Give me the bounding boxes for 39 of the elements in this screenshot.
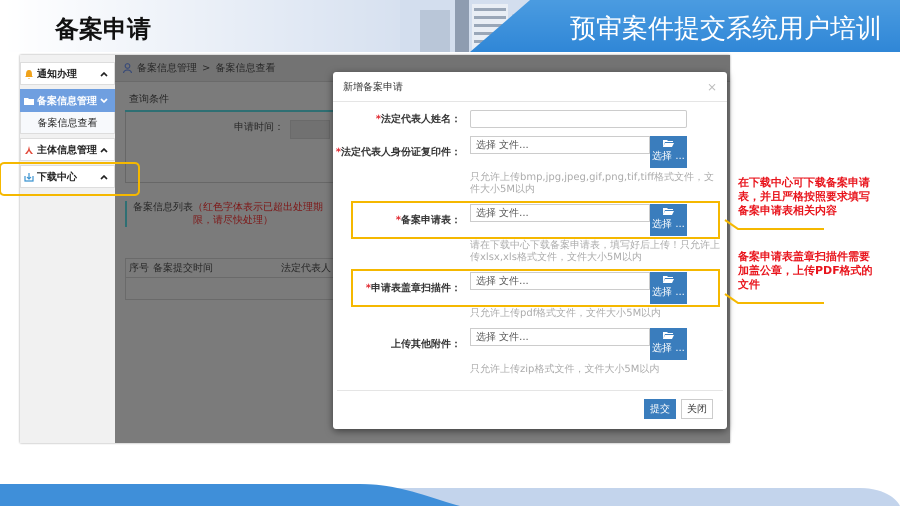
callout-text: 备案申请表盖章扫描件需要加盖公章，上传PDF格式的文件 (738, 250, 873, 291)
field-label: *申请表盖章扫描件： (366, 281, 461, 295)
sidebar-item[interactable]: 通知办理 (20, 62, 115, 85)
browse-button[interactable]: 选择 ... (650, 204, 687, 236)
field-label: *法定代表人姓名： (376, 112, 461, 126)
file-field[interactable]: 选择 文件... (470, 272, 650, 290)
close-button[interactable]: 关闭 (681, 399, 713, 419)
field-hint: 只允许上传pdf格式文件，文件大小5M以内 (470, 308, 662, 320)
file-field[interactable]: 选择 文件... (470, 204, 650, 222)
field-label: *法定代表人身份证复印件： (336, 145, 461, 159)
sidebar-item[interactable]: 备案信息管理 (20, 89, 115, 112)
field-label: 申请时间： (234, 120, 284, 134)
callout-text: 在下载中心可下载备案申请表，并且严格按照要求填写备案申请表相关内容 (738, 176, 870, 217)
file-field[interactable]: 选择 文件... (470, 328, 650, 346)
banner-title: 预审案件提交系统用户培训 (570, 13, 882, 46)
breadcrumb-item[interactable]: 备案信息管理 (137, 61, 197, 75)
sidebar-item[interactable]: 主体信息管理 (20, 138, 115, 161)
field-hint: 只允许上传bmp,jpg,jpeg,gif,png,tif,tiff格式文件，文件大小5M以内 (470, 172, 716, 196)
breadcrumb-item[interactable]: 备案信息查看 (215, 61, 276, 75)
list-title: 备案信息列表 (133, 201, 193, 214)
browse-button[interactable]: 选择 ... (650, 272, 687, 304)
column-header: 序号 (129, 262, 150, 275)
browse-button[interactable]: 选择 ... (650, 136, 687, 168)
panel-tab[interactable]: 查询条件 (125, 88, 173, 112)
list-note: （红色字体表示已超出处理期限，请尽快处理） (193, 201, 324, 227)
field-hint: 请在下载中心下载备案申请表，填写好后上传！只允许上传xlsx,xls格式文件，文件大小5M以内 (470, 240, 720, 264)
file-field[interactable]: 选择 文件... (470, 136, 650, 154)
column-header: 法定代表人 (281, 262, 332, 275)
browse-button[interactable]: 选择 ... (650, 328, 687, 360)
column-header: 备案提交时间 (153, 262, 214, 275)
submit-button[interactable]: 提交 (644, 399, 676, 419)
breadcrumb-separator: > (202, 62, 210, 74)
field-label: 上传其他附件： (391, 338, 461, 351)
sidebar-item[interactable]: 下载中心 (20, 165, 115, 188)
submenu-item[interactable]: 备案信息查看 (20, 112, 115, 134)
dialog-title: 新增备案申请 (343, 80, 403, 94)
field-hint: 只允许上传zip格式文件，文件大小5M以内 (470, 364, 660, 376)
slide-title: 备案申请 (55, 14, 151, 45)
field-label: *备案申请表： (396, 213, 461, 227)
